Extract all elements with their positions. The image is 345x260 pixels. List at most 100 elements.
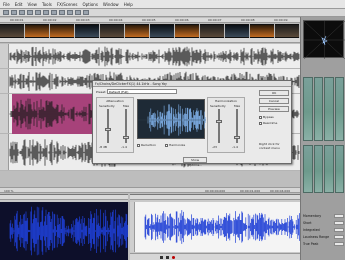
level-meters (303, 77, 344, 141)
preset-label: Preset: (96, 90, 107, 94)
video-frame (100, 24, 124, 38)
bottom-left-ruler (0, 195, 128, 200)
zoom-level[interactable]: 100 % (4, 189, 14, 193)
stat-value-box (334, 227, 344, 232)
stop-icon[interactable] (166, 256, 169, 259)
status-time-left: 00:00:00.000 (205, 189, 226, 193)
time-ruler[interactable]: 00:00:01 00:00:02 00:00:03 00:00:04 00:0… (0, 18, 300, 23)
bypass-checkbox[interactable]: Bypass (259, 115, 274, 119)
menu-tools[interactable]: Tools (42, 2, 52, 7)
right-sensitivity-thumb[interactable] (216, 120, 222, 123)
show-options-button[interactable]: Show Options... (183, 157, 207, 167)
bypass-checkbox-label: Bypass (263, 115, 274, 119)
video-frame (150, 24, 174, 38)
attenuation-group: Attenuation Sensitivity Max -8 dB -1.4 (96, 97, 134, 153)
stat-value-box (334, 241, 344, 246)
stat-row: True Peak (303, 240, 344, 247)
declicker-dialog: Fx/Chains/DeClickerFX(1) 44.1kHz - Song … (92, 80, 292, 167)
ruler-tick: 00:00:07 (208, 18, 222, 22)
paste-icon[interactable] (43, 10, 49, 15)
new-icon[interactable] (3, 10, 9, 15)
stat-label: True Peak (303, 241, 319, 246)
track-1[interactable] (0, 44, 300, 69)
record-icon[interactable] (172, 256, 175, 259)
status-bar: 100 % 00:00:00.000 00:00:01.000 00:00:04… (0, 187, 300, 193)
timeline-ruler[interactable] (0, 38, 300, 43)
menu-file[interactable]: File (3, 2, 10, 7)
right-sensitivity-slider[interactable] (218, 109, 220, 143)
stat-label: Integrated (303, 227, 320, 232)
status-time-mid: 00:00:01.000 (240, 189, 261, 193)
right-sensitivity-value: -23 (212, 145, 217, 149)
toolbar (0, 9, 345, 17)
menu-fx[interactable]: FX/Scenes (57, 2, 78, 7)
harmonize-checkbox[interactable]: Harmonize (165, 143, 185, 147)
status-time-right: 00:00:04.000 (270, 189, 291, 193)
left-sensitivity-thumb[interactable] (105, 128, 111, 131)
loudness-meters (303, 145, 344, 193)
video-thumbnail-strip[interactable] (0, 24, 300, 38)
harmonization-label: Harmonization (215, 99, 237, 103)
cancel-button[interactable]: Cancel (259, 98, 289, 104)
harmonize-checkbox-label: Harmonize (169, 143, 186, 147)
video-frame (225, 24, 249, 38)
video-frame (50, 24, 74, 38)
redo-icon[interactable] (59, 10, 65, 15)
cut-icon[interactable] (27, 10, 33, 15)
preset-dropdown[interactable]: Default (Full) (107, 89, 177, 94)
attenuation-label: Attenuation (106, 99, 124, 103)
checkbox-box[interactable] (137, 143, 140, 147)
save-icon[interactable] (19, 10, 25, 15)
stat-label: Loudness Range (303, 234, 330, 239)
video-frame (125, 24, 149, 38)
left-sensitivity-slider[interactable] (107, 109, 109, 143)
loudness-stats: Momentary Short Integrated Loudness Rang… (303, 212, 344, 260)
ruler-tick: 00:00:06 (175, 18, 189, 22)
ruler-tick: 00:00:01 (10, 18, 24, 22)
dialog-title: Fx/Chains/DeClickerFX(1) 44.1kHz - Song … (93, 81, 291, 87)
video-frame (25, 24, 49, 38)
play-icon[interactable] (67, 10, 73, 15)
ruler-tick: 00:00:09 (274, 18, 288, 22)
realtime-checkbox-label: Real-time (263, 121, 278, 125)
open-icon[interactable] (11, 10, 17, 15)
ruler-tick: 00:00:05 (142, 18, 156, 22)
reduction-checkbox[interactable]: Reduction (137, 143, 156, 147)
reduction-checkbox-label: Reduction (141, 143, 156, 147)
stat-row: Short (303, 219, 344, 226)
play-icon[interactable] (160, 256, 163, 259)
menu-options[interactable]: Options (82, 2, 97, 7)
menu-help[interactable]: Help (124, 2, 133, 7)
realtime-checkbox[interactable]: Real-time (259, 121, 277, 125)
menu-window[interactable]: Window (103, 2, 119, 7)
bottom-left-waveform[interactable] (0, 202, 128, 260)
ok-button[interactable]: OK (259, 90, 289, 96)
right-monitor-panel: Momentary Short Integrated Loudness Rang… (300, 17, 345, 260)
record-icon[interactable] (83, 10, 89, 15)
stat-row: Loudness Range (303, 233, 344, 240)
bottom-mid-ruler (130, 195, 300, 200)
checkbox-box[interactable] (259, 115, 262, 119)
menu-edit[interactable]: Edit (15, 2, 23, 7)
stop-icon[interactable] (75, 10, 81, 15)
bottom-left-waveform-panel (0, 194, 128, 260)
loudness-meter-1 (303, 145, 313, 193)
preview-button[interactable]: Preview (259, 106, 289, 112)
sound-forge-window: File Edit View Tools FX/Scenes Options W… (0, 0, 345, 260)
left-max-thumb[interactable] (123, 136, 129, 139)
stat-row: Integrated (303, 226, 344, 233)
level-meter-2 (313, 77, 323, 141)
spectrum-graph (137, 99, 206, 139)
spectrum-graph-svg (138, 104, 206, 136)
stat-value-box (334, 234, 344, 239)
ruler-tick: 00:00:08 (241, 18, 255, 22)
vectorscope (303, 20, 345, 60)
ruler-tick: 00:00:04 (109, 18, 123, 22)
menu-view[interactable]: View (27, 2, 37, 7)
bottom-mid-waveform[interactable] (135, 202, 300, 252)
right-max-thumb[interactable] (234, 136, 240, 139)
undo-icon[interactable] (51, 10, 57, 15)
checkbox-box[interactable] (165, 143, 168, 147)
copy-icon[interactable] (35, 10, 41, 15)
checkbox-box[interactable] (259, 121, 262, 125)
